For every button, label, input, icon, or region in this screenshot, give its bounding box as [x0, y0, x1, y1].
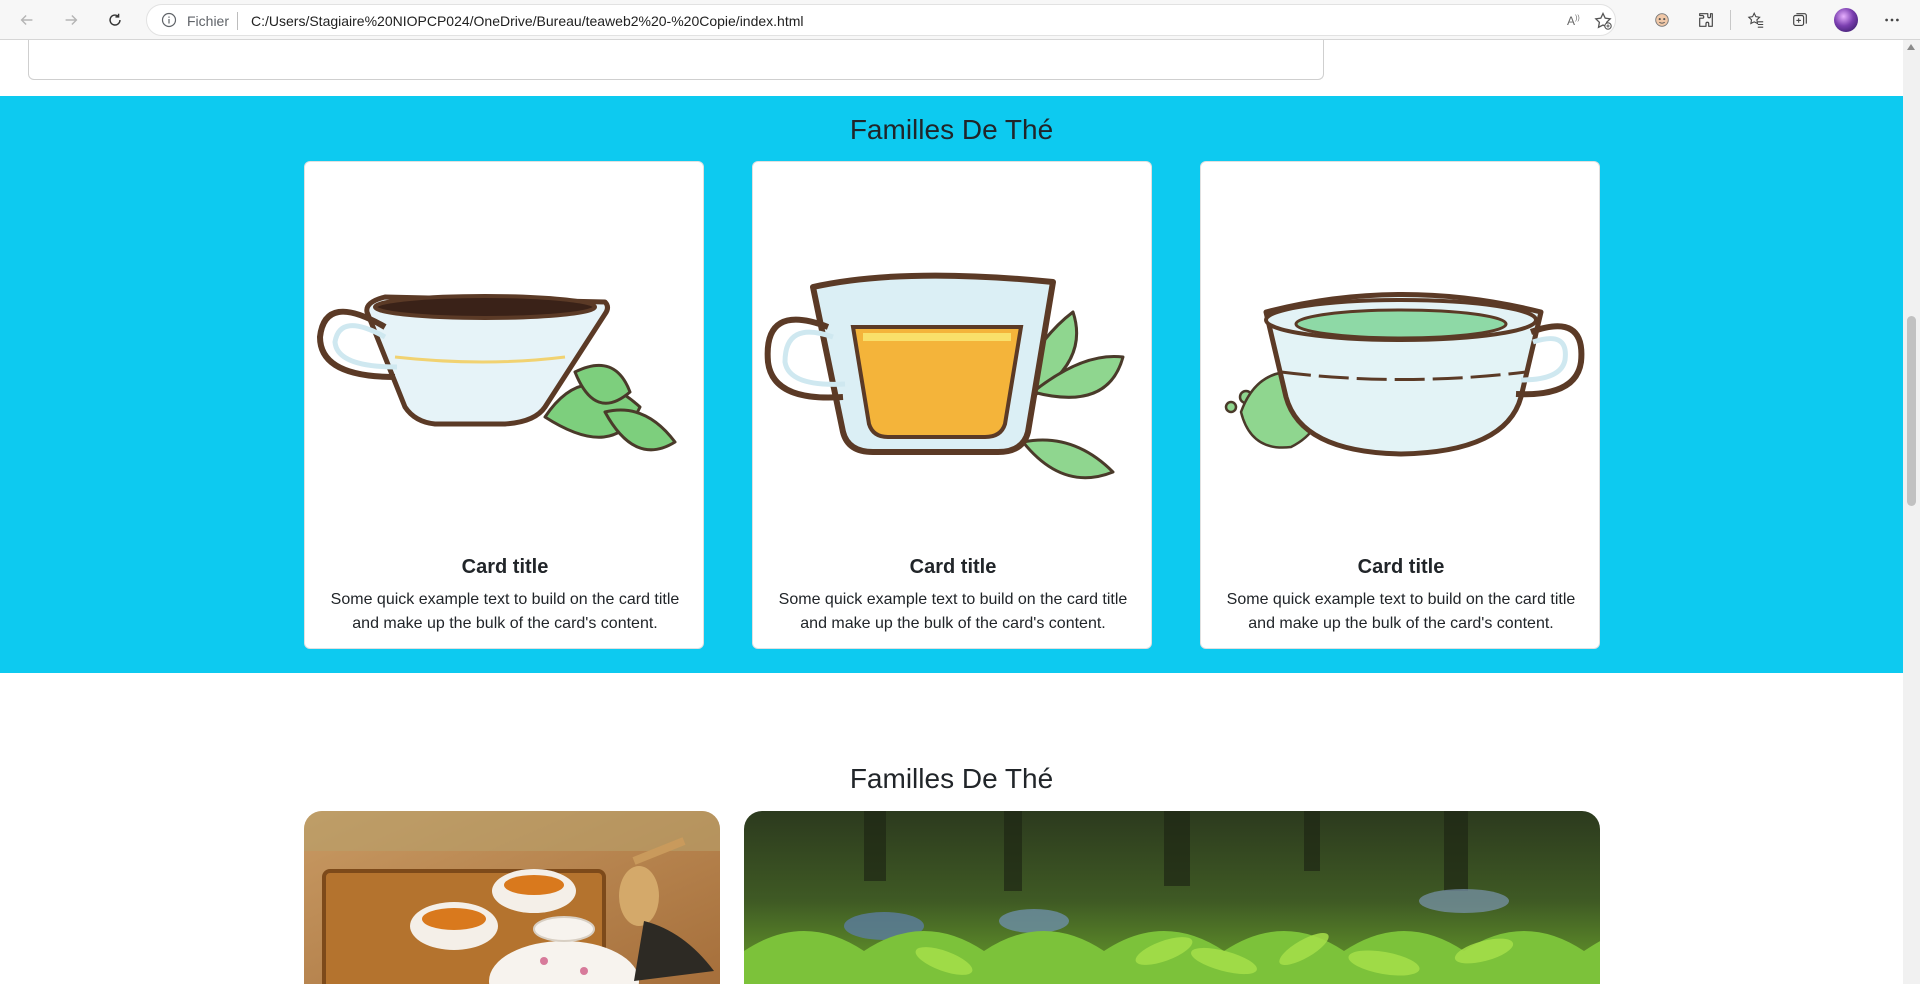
read-aloud-icon[interactable]: A)): [1565, 11, 1585, 31]
extension-badge-button[interactable]: [1650, 8, 1674, 32]
card-title: Card title: [1357, 556, 1445, 578]
card-text: Some quick example text to build on the …: [1226, 591, 1576, 632]
tea-card: Card title Some quick example text to bu…: [752, 161, 1152, 649]
back-icon: [20, 14, 33, 26]
tea-set-on-bamboo-tray-photo: [304, 811, 720, 984]
info-icon[interactable]: [161, 12, 177, 28]
scrollbar-thumb[interactable]: [1907, 316, 1916, 506]
more-icon: [1885, 18, 1899, 22]
collections-icon: [1793, 13, 1807, 26]
toolbar-separator: [1730, 10, 1731, 30]
add-favorite-icon[interactable]: [1593, 11, 1613, 31]
browser-toolbar: Fichier C:/Users/Stagiaire%20NIOPCP024/O…: [0, 0, 1920, 40]
address-separator: [237, 12, 238, 30]
previous-card-bottom: [28, 40, 1324, 80]
card-title: Card title: [909, 556, 997, 578]
refresh-button[interactable]: [100, 6, 130, 34]
tea-card: Card title Some quick example text to bu…: [1200, 161, 1600, 649]
extension-puzzle-icon: [1655, 13, 1669, 27]
extensions-icon: [1699, 13, 1713, 27]
extensions-button[interactable]: [1694, 8, 1718, 32]
collections-button[interactable]: [1788, 8, 1812, 32]
refresh-icon: [109, 13, 121, 26]
address-url[interactable]: C:/Users/Stagiaire%20NIOPCP024/OneDrive/…: [251, 13, 804, 29]
favorites-icon: [1747, 11, 1764, 28]
more-button[interactable]: [1880, 8, 1904, 32]
card-title: Card title: [461, 556, 549, 578]
tea-families-section: Familles De Thé Card title Some quick ex…: [0, 96, 1903, 673]
golden-tea-glass-illustration: [753, 162, 1151, 552]
profile-avatar[interactable]: [1834, 8, 1858, 32]
scroll-up-arrow-icon[interactable]: [1907, 44, 1915, 50]
tea-card: Card title Some quick example text to bu…: [304, 161, 704, 649]
page-viewport: Familles De Thé Card title Some quick ex…: [0, 40, 1903, 984]
svg-text:A: A: [1567, 14, 1575, 28]
card-text: Some quick example text to build on the …: [330, 591, 680, 632]
tea-plantation-photo: [744, 811, 1600, 984]
vertical-scrollbar[interactable]: [1903, 40, 1920, 984]
section-title: Familles De Thé: [849, 114, 1054, 145]
green-tea-cup-illustration: [1201, 162, 1599, 552]
address-scheme-label: Fichier: [187, 13, 230, 29]
favorites-button[interactable]: [1744, 8, 1768, 32]
gallery-section: Familles De Thé: [0, 673, 1903, 984]
card-text: Some quick example text to build on the …: [778, 591, 1128, 632]
forward-icon: [65, 14, 78, 26]
forward-button[interactable]: [56, 6, 86, 34]
back-button[interactable]: [12, 6, 42, 34]
address-bar[interactable]: Fichier C:/Users/Stagiaire%20NIOPCP024/O…: [146, 4, 1616, 36]
black-tea-cup-illustration: [305, 162, 703, 552]
section-title: Familles De Thé: [849, 763, 1054, 794]
svg-text:)): )): [1575, 15, 1580, 22]
